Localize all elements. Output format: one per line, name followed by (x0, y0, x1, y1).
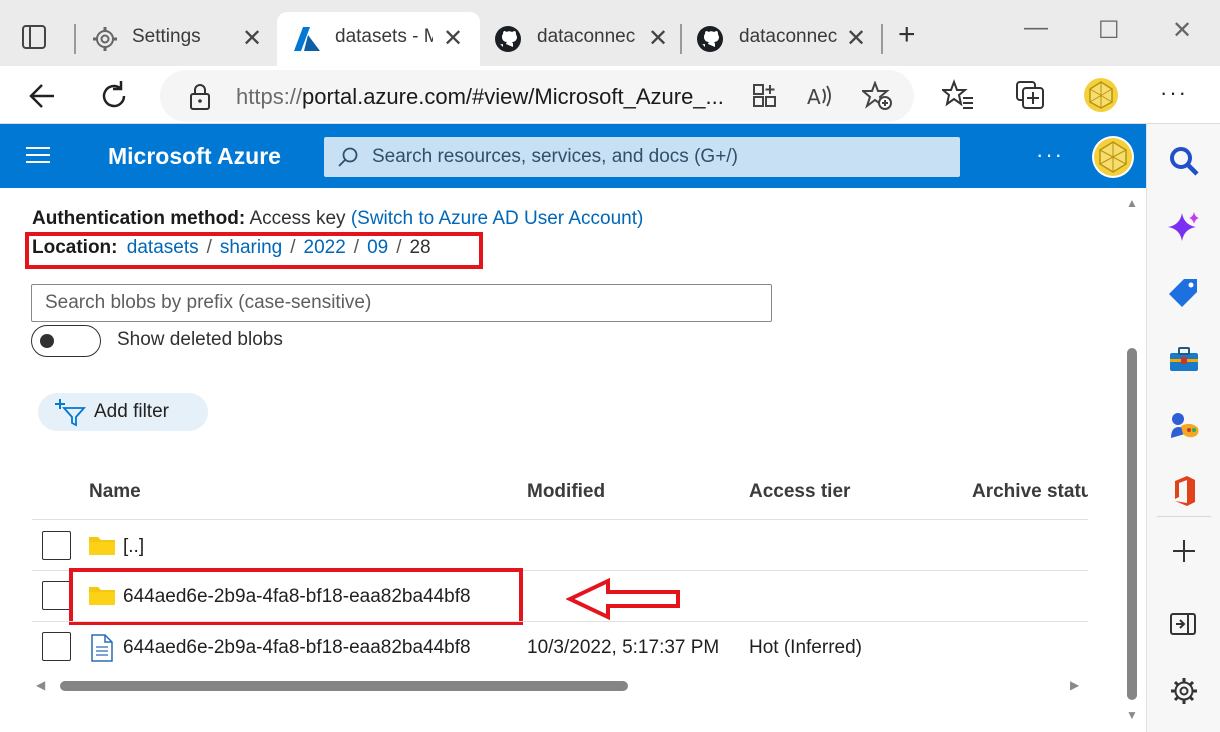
tab-separator (881, 24, 883, 54)
tab-dataconnectors-1[interactable]: dataconnectors ✕ (484, 12, 678, 66)
column-header-archive-status[interactable]: Archive statu (972, 481, 1088, 503)
close-tab-icon[interactable]: ✕ (648, 27, 668, 51)
app-available-icon[interactable] (752, 83, 778, 109)
container-blade: Authentication method: Access key (Switc… (0, 188, 1118, 732)
copilot-sparkle-icon[interactable] (1167, 210, 1201, 244)
tab-separator (74, 24, 76, 54)
switch-auth-link[interactable]: (Switch to Azure AD User Account) (351, 208, 644, 229)
edge-sidebar (1146, 124, 1220, 732)
address-bar[interactable]: https://portal.azure.com/#view/Microsoft… (160, 70, 914, 122)
github-icon (495, 26, 521, 52)
brand-title[interactable]: Microsoft Azure (108, 143, 281, 170)
shopping-tag-icon[interactable] (1167, 276, 1201, 310)
gear-icon[interactable] (1167, 674, 1201, 708)
search-icon[interactable] (1167, 144, 1201, 178)
back-arrow-icon (29, 84, 54, 108)
office-icon[interactable] (1167, 474, 1201, 508)
profile-avatar-icon (1094, 138, 1132, 176)
column-header-modified[interactable]: Modified (527, 481, 605, 503)
url-rest: portal.azure.com/#view/Microsoft_Azure_.… (302, 84, 724, 109)
row-checkbox[interactable] (42, 632, 71, 661)
games-icon[interactable] (1167, 408, 1201, 442)
auth-method-line: Authentication method: Access key (Switc… (32, 208, 643, 230)
divider (32, 519, 1088, 520)
scroll-left-icon[interactable]: ◀ (36, 678, 45, 692)
folder-highlight-box (69, 568, 523, 625)
read-aloud-icon[interactable]: A (806, 83, 834, 109)
highlight-arrow-icon (566, 578, 680, 620)
azure-header: Microsoft Azure Search resources, servic… (0, 124, 1146, 188)
close-tab-icon[interactable]: ✕ (846, 27, 866, 51)
lock-icon (190, 84, 210, 110)
profile-avatar-icon[interactable] (1083, 77, 1119, 113)
favorites-icon[interactable] (942, 79, 974, 111)
close-window-button[interactable]: ✕ (1172, 16, 1192, 45)
tab-title: dataconnectors (537, 26, 635, 47)
horizontal-scrollbar[interactable] (60, 681, 628, 691)
location-highlight-box (25, 232, 483, 269)
divider (32, 621, 1088, 622)
collections-icon[interactable] (1014, 79, 1046, 111)
refresh-button[interactable] (94, 76, 134, 116)
add-filter-button[interactable]: Add filter (38, 393, 208, 431)
scroll-right-icon[interactable]: ▶ (1070, 678, 1079, 692)
auth-method-label: Authentication method: (32, 208, 246, 229)
gear-icon (93, 27, 117, 51)
minimize-button[interactable]: — (1024, 14, 1048, 42)
account-avatar[interactable] (1092, 136, 1134, 178)
tab-separator (680, 24, 682, 54)
back-button[interactable] (24, 76, 64, 116)
github-icon (697, 26, 723, 52)
header-more-button[interactable]: ··· (1036, 142, 1064, 168)
scroll-down-icon[interactable]: ▼ (1126, 708, 1138, 722)
tab-title: datasets - Microsoft Azure (335, 26, 433, 47)
blob-search-input[interactable]: Search blobs by prefix (case-sensitive) (31, 284, 772, 322)
add-filter-label: Add filter (94, 401, 169, 422)
browser-more-button[interactable]: ··· (1160, 80, 1188, 106)
show-deleted-label: Show deleted blobs (117, 329, 283, 350)
column-header-access-tier[interactable]: Access tier (749, 481, 850, 503)
tools-toolbox-icon[interactable] (1167, 342, 1201, 376)
close-tab-icon[interactable]: ✕ (242, 27, 262, 51)
add-icon[interactable] (1167, 534, 1201, 568)
url-text: https://portal.azure.com/#view/Microsoft… (236, 84, 724, 110)
tab-title: Settings (132, 26, 201, 47)
close-tab-icon[interactable]: ✕ (443, 27, 463, 51)
blob-search-placeholder: Search blobs by prefix (case-sensitive) (45, 292, 372, 313)
portal-menu-button[interactable] (26, 147, 50, 165)
row-access-tier: Hot (Inferred) (749, 637, 862, 658)
add-filter-icon (55, 399, 87, 427)
scroll-up-icon[interactable]: ▲ (1126, 196, 1138, 210)
file-icon (91, 634, 113, 662)
tab-title: dataconnectors (739, 26, 837, 47)
tab-dataconnectors-2[interactable]: dataconnectors ✕ (686, 12, 880, 66)
row-modified: 10/3/2022, 5:17:37 PM (527, 637, 720, 658)
folder-icon (89, 537, 115, 555)
row-name-link[interactable]: [..] (123, 536, 144, 558)
search-icon (338, 147, 358, 167)
tab-settings[interactable]: Settings ✕ (84, 12, 274, 66)
sidebar-divider (1157, 516, 1211, 517)
add-favorite-icon[interactable] (862, 81, 892, 111)
row-checkbox[interactable] (42, 531, 71, 560)
row-checkbox[interactable] (42, 581, 71, 610)
refresh-icon (102, 81, 126, 108)
global-search-placeholder: Search resources, services, and docs (G+… (372, 146, 738, 167)
url-protocol: https:// (236, 84, 303, 109)
maximize-button[interactable]: ☐ (1098, 16, 1120, 45)
hide-sidebar-icon[interactable] (1167, 608, 1201, 642)
tab-actions-icon[interactable] (20, 22, 54, 52)
browser-tab-strip: Settings ✕ datasets - Microsoft Azure ✕ … (0, 0, 1220, 66)
tab-datasets[interactable]: datasets - Microsoft Azure ✕ (277, 12, 480, 66)
vertical-scrollbar[interactable] (1127, 348, 1137, 700)
global-search-input[interactable]: Search resources, services, and docs (G+… (324, 137, 960, 177)
svg-text:A: A (807, 85, 821, 109)
row-name-link[interactable]: 644aed6e-2b9a-4fa8-bf18-eaa82ba44bf8 (123, 637, 471, 659)
column-header-name[interactable]: Name (89, 481, 141, 503)
azure-logo-icon (294, 27, 320, 51)
new-tab-button[interactable]: + (898, 18, 916, 52)
browser-toolbar: https://portal.azure.com/#view/Microsoft… (0, 66, 1220, 124)
show-deleted-toggle[interactable] (31, 325, 101, 357)
auth-method-value: Access key (249, 208, 346, 229)
